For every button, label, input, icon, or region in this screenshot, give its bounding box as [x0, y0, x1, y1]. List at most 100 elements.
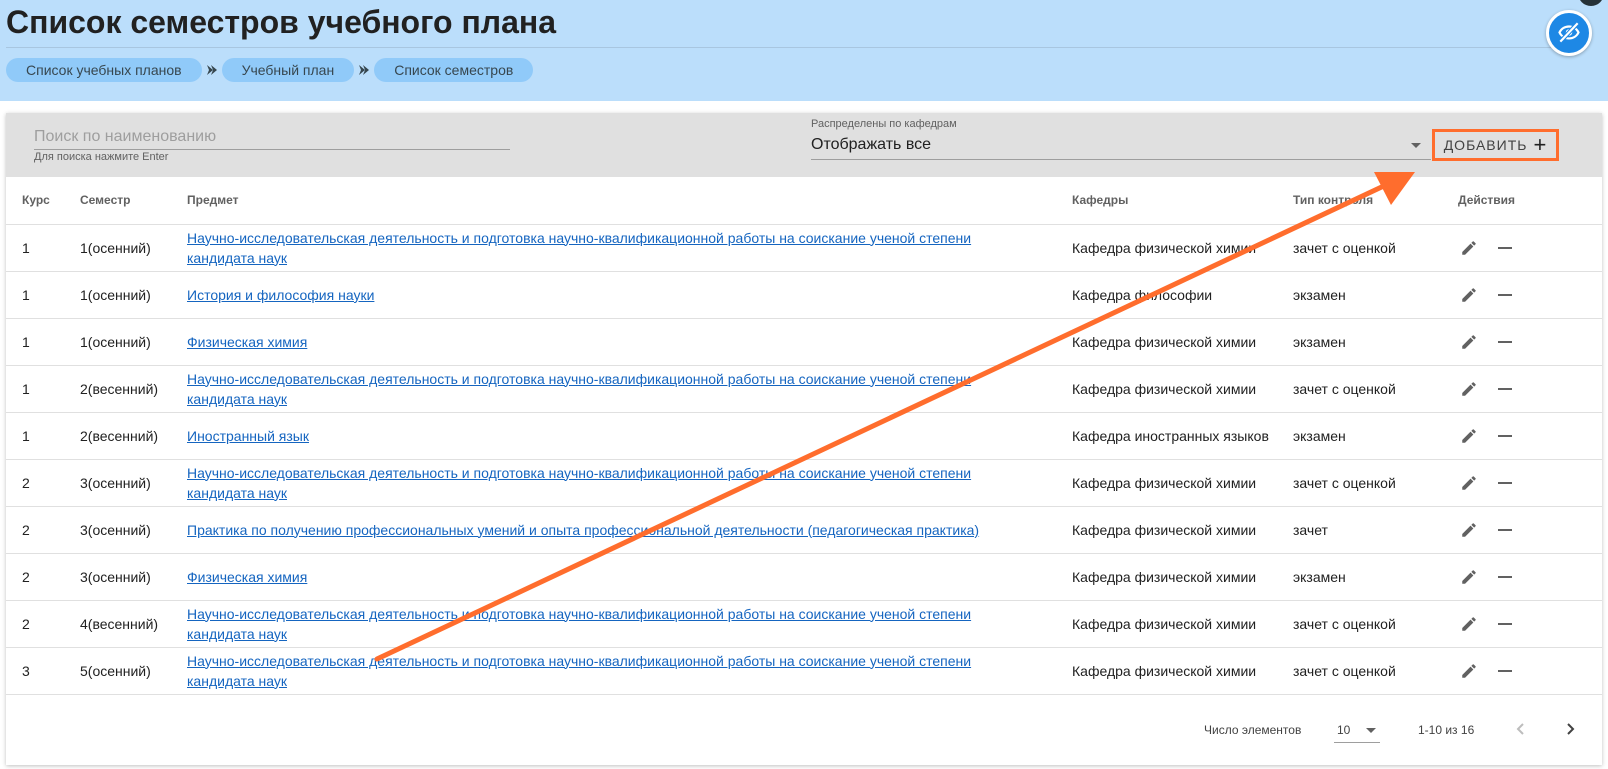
search-input[interactable]	[34, 125, 510, 150]
table-row: 2 4(весенний) Научно-исследовательская д…	[6, 600, 1602, 648]
cell-department: Кафедра физической химии	[1072, 600, 1293, 648]
pencil-icon[interactable]	[1458, 331, 1480, 353]
semesters-table: Курс Семестр Предмет Кафедры Тип контрол…	[6, 177, 1602, 695]
cell-department: Кафедра философии	[1072, 271, 1293, 319]
cell-department: Кафедра физической химии	[1072, 506, 1293, 554]
table-row: 1 1(осенний) Научно-исследовательская де…	[6, 224, 1602, 272]
cell-semester: 2(весенний)	[80, 365, 187, 413]
cell-course: 1	[6, 365, 80, 413]
pagination-range: 1-10 из 16	[1418, 723, 1475, 737]
items-per-page-select[interactable]: 10	[1334, 717, 1380, 743]
column-header-course[interactable]: Курс	[6, 177, 80, 225]
cell-department: Кафедра физической химии	[1072, 459, 1293, 507]
cell-department: Кафедра физической химии	[1072, 647, 1293, 695]
add-button[interactable]: ДОБАВИТЬ +	[1432, 129, 1559, 161]
department-filter-select[interactable]: Отображать все	[811, 131, 1431, 160]
department-filter-value: Отображать все	[811, 136, 932, 153]
subject-link[interactable]: Практика по получению профессиональных у…	[187, 522, 979, 538]
eye-off-icon	[1558, 21, 1580, 44]
column-header-actions: Действия	[1458, 177, 1602, 225]
pencil-icon[interactable]	[1458, 425, 1480, 447]
dropdown-arrow-icon	[1411, 143, 1421, 148]
minus-icon[interactable]	[1494, 566, 1516, 588]
breadcrumb-separator-icon	[354, 58, 374, 82]
column-header-control[interactable]: Тип контроля	[1293, 177, 1458, 225]
minus-icon[interactable]	[1494, 237, 1516, 259]
add-button-label: ДОБАВИТЬ	[1443, 137, 1528, 153]
header-divider	[6, 47, 1558, 48]
cell-department: Кафедра физической химии	[1072, 365, 1293, 413]
minus-icon[interactable]	[1494, 331, 1516, 353]
subject-link[interactable]: Научно-исследовательская деятельность и …	[187, 653, 971, 689]
pencil-icon[interactable]	[1458, 566, 1480, 588]
breadcrumb: Список учебных планов Учебный план Списо…	[6, 58, 534, 82]
search-hint: Для поиска нажмите Enter	[34, 151, 169, 163]
column-header-subject[interactable]: Предмет	[187, 177, 1072, 225]
cell-control: зачет с оценкой	[1293, 459, 1458, 507]
cell-semester: 2(весенний)	[80, 412, 187, 460]
column-header-department[interactable]: Кафедры	[1072, 177, 1293, 225]
pagination: Число элементов 10 1-10 из 16	[6, 697, 1602, 765]
dropdown-arrow-icon	[1366, 728, 1376, 733]
cell-control: зачет с оценкой	[1293, 224, 1458, 272]
cell-course: 3	[6, 647, 80, 695]
subject-link[interactable]: Научно-исследовательская деятельность и …	[187, 371, 971, 407]
pencil-icon[interactable]	[1458, 237, 1480, 259]
minus-icon[interactable]	[1494, 378, 1516, 400]
top-corner-button[interactable]	[1578, 0, 1604, 6]
pencil-icon[interactable]	[1458, 472, 1480, 494]
subject-link[interactable]: Научно-исследовательская деятельность и …	[187, 606, 971, 642]
prev-page-button[interactable]	[1509, 717, 1533, 741]
breadcrumb-item-plans-list[interactable]: Список учебных планов	[6, 58, 202, 82]
cell-control: экзамен	[1293, 318, 1458, 366]
subject-link[interactable]: Физическая химия	[187, 569, 307, 585]
cell-control: зачет с оценкой	[1293, 647, 1458, 695]
minus-icon[interactable]	[1494, 472, 1516, 494]
subject-link[interactable]: Научно-исследовательская деятельность и …	[187, 465, 971, 501]
pencil-icon[interactable]	[1458, 519, 1480, 541]
items-per-page-value: 10	[1337, 723, 1351, 737]
breadcrumb-item-plan[interactable]: Учебный план	[221, 58, 355, 82]
visibility-toggle-button[interactable]	[1546, 10, 1592, 56]
chevron-right-icon	[1567, 723, 1575, 735]
pencil-icon[interactable]	[1458, 378, 1480, 400]
subject-link[interactable]: Физическая химия	[187, 334, 307, 350]
semesters-card: Для поиска нажмите Enter Распределены по…	[6, 113, 1602, 765]
cell-semester: 1(осенний)	[80, 318, 187, 366]
department-filter-label: Распределены по кафедрам	[811, 118, 957, 130]
cell-course: 1	[6, 318, 80, 366]
table-row: 3 5(осенний) Научно-исследовательская де…	[6, 647, 1602, 695]
items-per-page-label: Число элементов	[1204, 723, 1302, 737]
column-header-semester[interactable]: Семестр	[80, 177, 187, 225]
cell-course: 1	[6, 271, 80, 319]
cell-semester: 4(весенний)	[80, 600, 187, 648]
cell-control: экзамен	[1293, 553, 1458, 601]
cell-course: 2	[6, 506, 80, 554]
subject-link[interactable]: Иностранный язык	[187, 428, 309, 444]
cell-semester: 3(осенний)	[80, 506, 187, 554]
cell-course: 2	[6, 600, 80, 648]
table-row: 1 1(осенний) История и философия науки К…	[6, 271, 1602, 319]
next-page-button[interactable]	[1558, 717, 1582, 741]
table-row: 1 2(весенний) Иностранный язык Кафедра и…	[6, 412, 1602, 460]
cell-semester: 3(осенний)	[80, 553, 187, 601]
filter-toolbar: Для поиска нажмите Enter Распределены по…	[6, 113, 1602, 177]
subject-link[interactable]: История и философия науки	[187, 287, 374, 303]
minus-icon[interactable]	[1494, 284, 1516, 306]
minus-icon[interactable]	[1494, 425, 1516, 447]
table-row: 2 3(осенний) Практика по получению профе…	[6, 506, 1602, 554]
breadcrumb-item-semesters[interactable]: Список семестров	[374, 58, 534, 82]
minus-icon[interactable]	[1494, 660, 1516, 682]
minus-icon[interactable]	[1494, 613, 1516, 635]
pencil-icon[interactable]	[1458, 284, 1480, 306]
pencil-icon[interactable]	[1458, 613, 1480, 635]
pencil-icon[interactable]	[1458, 660, 1480, 682]
minus-icon[interactable]	[1494, 519, 1516, 541]
subject-link[interactable]: Научно-исследовательская деятельность и …	[187, 230, 971, 266]
table-row: 2 3(осенний) Физическая химия Кафедра фи…	[6, 553, 1602, 601]
cell-course: 2	[6, 459, 80, 507]
cell-control: зачет	[1293, 506, 1458, 554]
breadcrumb-separator-icon	[202, 58, 222, 82]
cell-control: зачет с оценкой	[1293, 365, 1458, 413]
cell-control: экзамен	[1293, 271, 1458, 319]
